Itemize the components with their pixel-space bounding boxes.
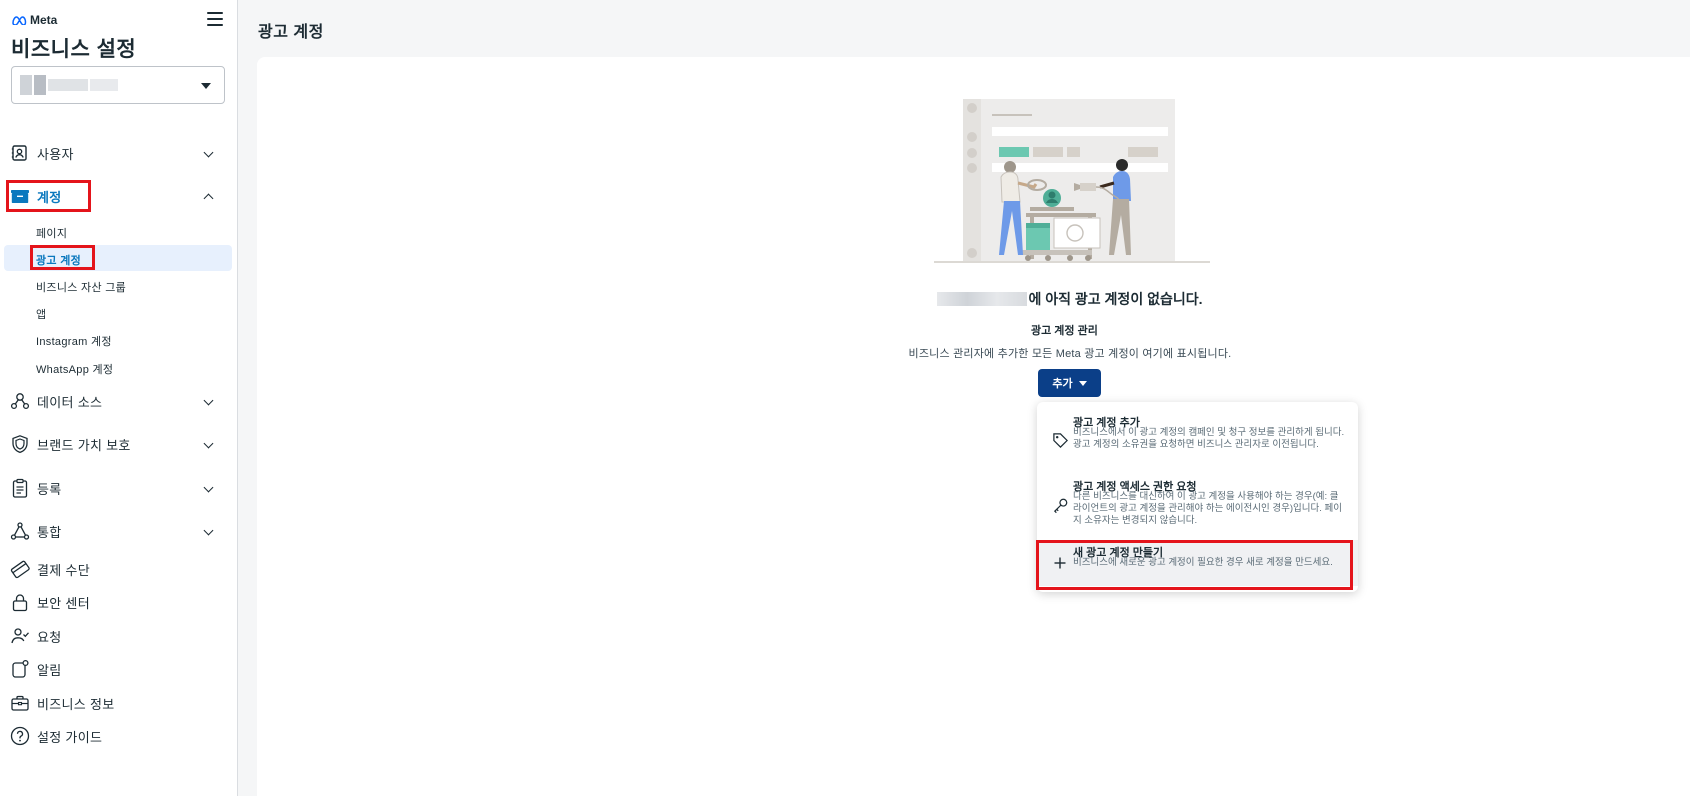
menu-item-create-ad-account[interactable]: 새 광고 계정 만들기 비즈니스에 새로운 광고 계정이 필요한 경우 새로 계…	[1037, 540, 1358, 586]
add-button-label: 추가	[1052, 378, 1073, 390]
data-sources-icon	[10, 391, 30, 411]
chevron-down-icon	[203, 482, 214, 493]
bell-icon	[10, 659, 30, 679]
business-name-redacted	[20, 75, 118, 95]
folder-icon	[10, 186, 30, 206]
chevron-down-icon	[203, 147, 214, 158]
sidebar-item-label: 설정 가이드	[37, 729, 103, 745]
chevron-down-icon	[203, 525, 214, 536]
sidebar-subitem-whatsapp[interactable]: WhatsApp 계정	[36, 361, 113, 377]
hamburger-line	[207, 12, 223, 14]
hamburger-line	[207, 18, 223, 20]
menu-toggle-button[interactable]	[205, 10, 225, 28]
chevron-up-icon	[203, 193, 214, 204]
sidebar-item-label: 통합	[37, 524, 62, 540]
add-dropdown-menu: 광고 계정 추가 비즈니스에서 이 광고 계정의 캠페인 및 청구 정보를 관리…	[1037, 402, 1358, 592]
sidebar-item-data-sources[interactable]: 데이터 소스	[10, 388, 226, 414]
sidebar-item-label: 데이터 소스	[37, 394, 103, 410]
sidebar-item-users[interactable]: 사용자	[10, 140, 226, 166]
sidebar-item-label: 요청	[37, 629, 62, 645]
empty-state-title: 에 아직 광고 계정이 없습니다.	[925, 289, 1215, 309]
sidebar-subitem-instagram[interactable]: Instagram 계정	[36, 333, 112, 349]
sidebar: Meta 비즈니스 설정 사용자 계정 페이지 광고 계정 비즈니스 자산 그룹…	[0, 0, 238, 796]
sidebar-item-accounts[interactable]: 계정	[10, 183, 226, 209]
caret-down-icon	[201, 83, 211, 89]
sidebar-item-label: 알림	[37, 662, 62, 678]
sidebar-item-label: 등록	[37, 481, 62, 497]
sidebar-item-label: 결제 수단	[37, 562, 90, 578]
clipboard-icon	[10, 478, 30, 498]
sidebar-item-payment-methods[interactable]: 결제 수단	[10, 556, 226, 582]
manage-description: 비즈니스 관리자에 추가한 모든 Meta 광고 계정이 여기에 표시됩니다.	[908, 348, 1232, 360]
shield-icon	[10, 434, 30, 454]
meta-logo: Meta	[11, 13, 57, 27]
sidebar-item-business-info[interactable]: 비즈니스 정보	[10, 690, 226, 716]
sidebar-item-integrations[interactable]: 통합	[10, 518, 226, 544]
add-button[interactable]: 추가	[1038, 369, 1101, 397]
lock-icon	[10, 592, 30, 612]
business-selector[interactable]	[11, 66, 225, 104]
menu-item-request-access[interactable]: 광고 계정 액세스 권한 요청 다른 비즈니스를 대신하여 이 광고 계정을 사…	[1037, 472, 1358, 532]
chevron-down-icon	[203, 438, 214, 449]
help-circle-icon	[10, 726, 30, 746]
sidebar-item-requests[interactable]: 요청	[10, 623, 226, 649]
hamburger-line	[207, 24, 223, 26]
sidebar-subitem-apps[interactable]: 앱	[36, 306, 46, 322]
sidebar-item-notifications[interactable]: 알림	[10, 656, 226, 682]
page-title: 광고 계정	[258, 24, 324, 41]
plus-icon	[1051, 554, 1069, 572]
sidebar-subitem-asset-groups[interactable]: 비즈니스 자산 그룹	[36, 279, 126, 295]
sidebar-item-label: 계정	[37, 189, 62, 205]
menu-item-add-ad-account[interactable]: 광고 계정 추가 비즈니스에서 이 광고 계정의 캠페인 및 청구 정보를 관리…	[1037, 408, 1358, 468]
top-bar	[239, 0, 1690, 54]
sidebar-item-registrations[interactable]: 등록	[10, 475, 226, 501]
users-id-icon	[10, 143, 30, 163]
app-title: 비즈니스 설정	[11, 38, 137, 61]
manage-label: 광고 계정 관리	[1031, 325, 1098, 337]
business-name-redacted	[937, 292, 1028, 306]
integrations-icon	[10, 521, 30, 541]
sidebar-item-label: 사용자	[37, 146, 74, 162]
menu-item-description: 비즈니스에 새로운 광고 계정이 필요한 경우 새로 계정을 만드세요.	[1073, 557, 1333, 568]
tag-icon	[1051, 431, 1069, 449]
sidebar-subitem-pages[interactable]: 페이지	[36, 225, 67, 241]
sidebar-item-brand-safety[interactable]: 브랜드 가치 보호	[10, 431, 226, 457]
user-check-icon	[10, 626, 30, 646]
sidebar-subitem-ad-accounts[interactable]: 광고 계정	[36, 252, 81, 268]
meta-logo-text: Meta	[30, 13, 58, 27]
menu-item-description: 비즈니스에서 이 광고 계정의 캠페인 및 청구 정보를 관리하게 됩니다. 광…	[1073, 427, 1345, 450]
key-icon	[1051, 496, 1069, 514]
credit-card-icon	[10, 559, 30, 579]
caret-down-icon	[1078, 380, 1087, 386]
sidebar-item-security-center[interactable]: 보안 센터	[10, 589, 226, 615]
briefcase-icon	[10, 693, 30, 713]
chevron-down-icon	[203, 395, 214, 406]
meta-infinity-icon	[12, 16, 27, 25]
menu-item-description: 다른 비즈니스를 대신하여 이 광고 계정을 사용해야 하는 경우(예: 클라이…	[1073, 491, 1342, 526]
empty-state-illustration	[934, 99, 1210, 263]
sidebar-item-label: 보안 센터	[37, 595, 90, 611]
sidebar-item-label: 브랜드 가치 보호	[37, 437, 131, 453]
empty-state-title-text: 에 아직 광고 계정이 없습니다.	[1028, 291, 1203, 307]
sidebar-item-label: 비즈니스 정보	[37, 696, 115, 712]
sidebar-item-setup-guide[interactable]: 설정 가이드	[10, 723, 226, 749]
